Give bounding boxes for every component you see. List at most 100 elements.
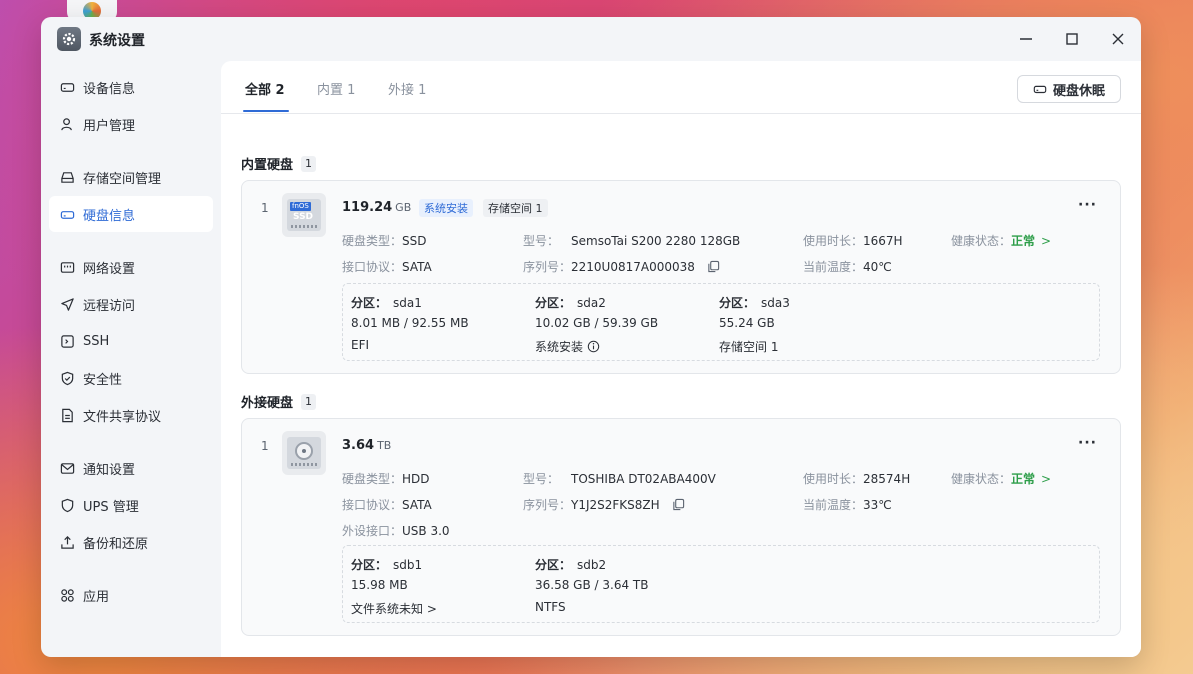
unknown-filesystem-link[interactable]: 文件系统未知 >: [351, 600, 437, 617]
field-key: 当前温度：: [803, 498, 864, 512]
shield-icon: [59, 497, 75, 513]
disk-model: 型号： TOSHIBA DT02ABA400V: [523, 470, 716, 487]
partition-list: 分区： sdb1 15.98 MB 文件系统未知 > 分区： sdb2 36.58 …: [342, 545, 1100, 623]
field-value: SSD: [402, 234, 427, 248]
disk-usage-hours: 使用时长：28574H: [803, 470, 910, 487]
field-value: 40℃: [863, 260, 892, 274]
partition-name: 分区： sdb2: [535, 556, 606, 573]
sidebar-item-label: 远程访问: [83, 298, 136, 314]
info-icon[interactable]: [587, 340, 600, 356]
sidebar-item-notifications[interactable]: 通知设置: [49, 450, 213, 486]
field-key: 接口协议：: [342, 498, 403, 512]
chevron-right-icon: >: [1041, 472, 1052, 486]
field-value: 33℃: [863, 498, 892, 512]
sidebar-item-label: 备份和还原: [83, 536, 149, 552]
sidebar: 设备信息 用户管理 存储空间管理 硬盘信息 网络设置 远程访问 SSH 安全性: [41, 61, 221, 657]
minimize-button[interactable]: [1014, 27, 1038, 51]
user-icon: [59, 116, 75, 132]
disk-sleep-label: 硬盘休眠: [1052, 83, 1105, 99]
sidebar-item-label: 安全性: [83, 372, 123, 388]
sidebar-item-backup[interactable]: 备份和还原: [49, 524, 213, 560]
partition-name: 分区： sda3: [719, 294, 790, 311]
sidebar-item-security[interactable]: 安全性: [49, 360, 213, 396]
send-icon: [59, 296, 75, 312]
partition-name: 分区： sda2: [535, 294, 606, 311]
sidebar-item-label: 设备信息: [83, 81, 136, 97]
sidebar-item-label: 文件共享协议: [83, 409, 162, 425]
sidebar-item-ssh[interactable]: SSH: [49, 323, 213, 359]
ssd-label: SSD: [293, 212, 314, 222]
disk-index: 1: [261, 439, 269, 453]
health-value: 正常: [1011, 472, 1036, 486]
partition-size: 15.98 MB: [351, 578, 408, 592]
settings-window: 系统设置 设备信息 用户管理 存储空间管理 硬盘信息 网络设置 远程访问 SSH…: [41, 17, 1141, 657]
partition-key: 分区：: [535, 558, 572, 572]
close-button[interactable]: [1106, 27, 1130, 51]
interface-protocol: 接口协议：SATA: [342, 496, 432, 513]
disk-type: 硬盘类型：SSD: [342, 232, 427, 249]
field-key: 序列号：: [523, 498, 572, 512]
sidebar-item-storage[interactable]: 存储空间管理: [49, 159, 213, 195]
file-icon: [59, 407, 75, 423]
field-key: 健康状态：: [951, 234, 1012, 248]
health-status-link[interactable]: 健康状态：正常 >: [951, 470, 1051, 487]
partition-value: sdb1: [393, 558, 423, 572]
field-value: Y1J2S2FKS8ZH: [571, 498, 660, 512]
sidebar-item-label: 网络设置: [83, 261, 136, 277]
network-icon: [59, 259, 75, 275]
field-value: SemsoTai S200 2280 128GB: [571, 234, 741, 248]
tab-active-indicator: [243, 110, 289, 112]
partition-size: 36.58 GB / 3.64 TB: [535, 578, 649, 592]
hdd-disk-icon: [282, 431, 326, 475]
disk-model: 型号： SemsoTai S200 2280 128GB: [523, 232, 740, 249]
partition-size: 8.01 MB / 92.55 MB: [351, 316, 469, 330]
field-key: 硬盘类型：: [342, 234, 403, 248]
maximize-button[interactable]: [1060, 27, 1084, 51]
external-section-title: 外接硬盘 1: [241, 392, 317, 411]
partition-list: 分区： sda1 8.01 MB / 92.55 MB EFI 分区： sda2 1…: [342, 283, 1100, 361]
field-value: USB 3.0: [402, 524, 450, 538]
more-options-button[interactable]: ···: [1078, 197, 1097, 213]
sidebar-item-ups[interactable]: UPS 管理: [49, 487, 213, 523]
sidebar-item-label: UPS 管理: [83, 499, 139, 515]
disk-capacity: 119.24 GB: [342, 200, 411, 215]
field-value: 28574H: [863, 472, 911, 486]
serial-number: 序列号：Y1J2S2FKS8ZH: [523, 496, 685, 514]
sidebar-item-network[interactable]: 网络设置: [49, 249, 213, 285]
sidebar-item-remote-access[interactable]: 远程访问: [49, 286, 213, 322]
field-value: 1667H: [863, 234, 903, 248]
field-value: SATA: [402, 498, 432, 512]
field-key: 当前温度：: [803, 260, 864, 274]
sidebar-item-user-management[interactable]: 用户管理: [49, 106, 213, 142]
copy-icon[interactable]: [672, 498, 685, 514]
partition-value: sdb2: [577, 558, 607, 572]
health-status-link[interactable]: 健康状态：正常 >: [951, 232, 1051, 249]
main-panel: 全部 2 内置 1 外接 1 硬盘休眠 内置硬盘 1 1 fnOS SSD 11…: [221, 61, 1141, 657]
interface-protocol: 接口协议：SATA: [342, 258, 432, 275]
sidebar-item-file-sharing[interactable]: 文件共享协议: [49, 397, 213, 433]
minimize-icon: [1020, 38, 1032, 40]
section-title-text: 外接硬盘: [241, 396, 294, 411]
disk-card-external: 1 3.64 TB ··· 硬盘类型：HDD 型号： TOSHIBA DT02ABA…: [241, 418, 1121, 636]
more-options-button[interactable]: ···: [1078, 435, 1097, 451]
tab-external[interactable]: 外接 1: [388, 79, 426, 98]
mail-icon: [59, 460, 75, 476]
tab-all[interactable]: 全部 2: [245, 79, 285, 98]
field-key: 序列号：: [523, 260, 572, 274]
copy-icon[interactable]: [707, 260, 720, 276]
field-key: 型号：: [523, 472, 560, 486]
capacity-unit: TB: [377, 439, 392, 452]
partition-size: 10.02 GB / 59.39 GB: [535, 316, 659, 330]
disk-icon: [1033, 82, 1047, 96]
serial-number: 序列号：2210U0817A000038: [523, 258, 720, 276]
field-value: SATA: [402, 260, 432, 274]
backup-icon: [59, 534, 75, 550]
tab-internal[interactable]: 内置 1: [317, 79, 355, 98]
partition-value: sda3: [761, 296, 790, 310]
disk-sleep-button[interactable]: 硬盘休眠: [1017, 75, 1121, 103]
sidebar-item-label: 应用: [83, 589, 110, 605]
partition-value: sda2: [577, 296, 606, 310]
sidebar-item-apps[interactable]: 应用: [49, 577, 213, 613]
sidebar-item-device-info[interactable]: 设备信息: [49, 69, 213, 105]
sidebar-item-disk-info[interactable]: 硬盘信息: [49, 196, 213, 232]
